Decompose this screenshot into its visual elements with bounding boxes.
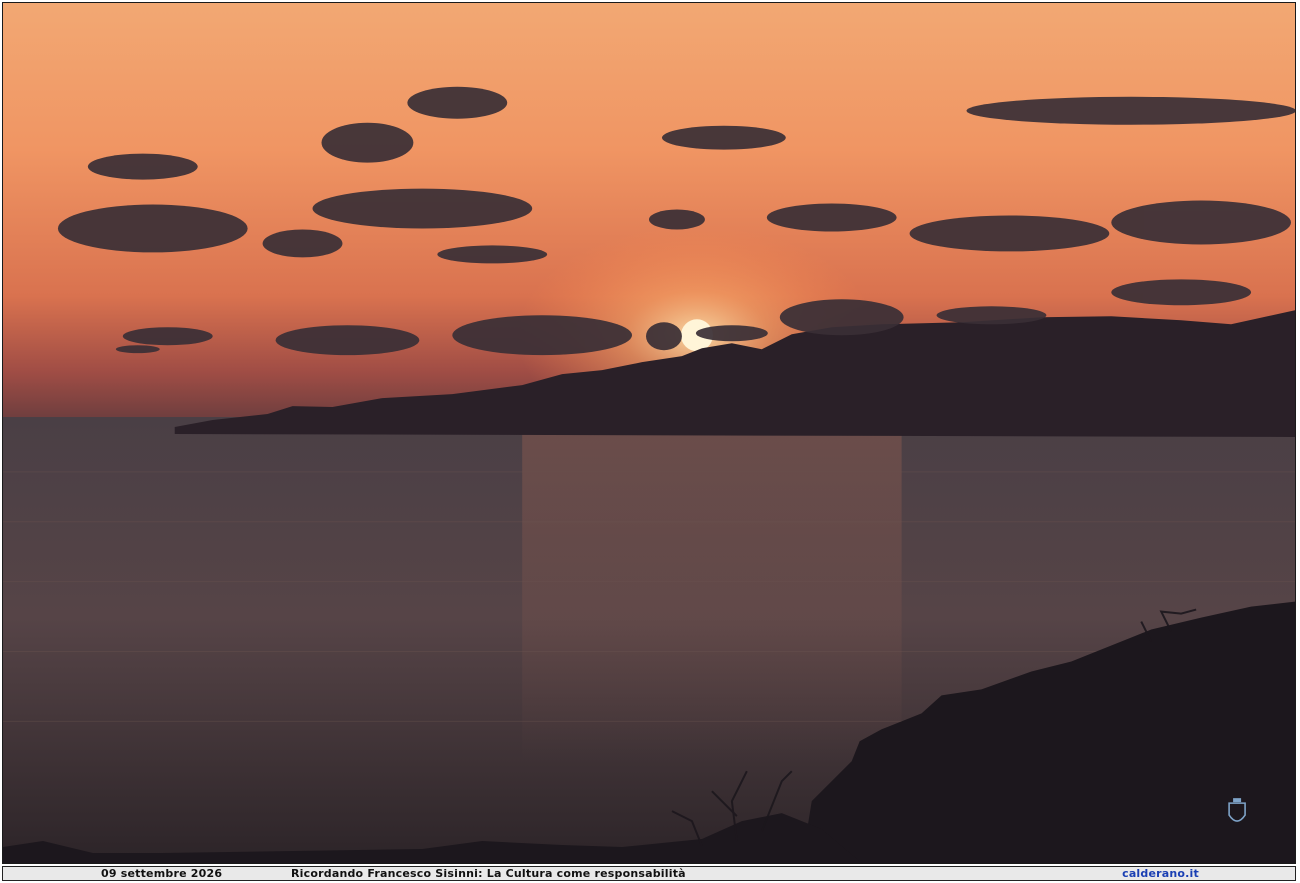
sea-reflection [522,432,902,762]
photo-frame [2,2,1296,864]
sunset-photo [3,3,1295,863]
photo-caption: Ricordando Francesco Sisinni: La Cultura… [291,867,686,880]
caption-bar: 09 settembre 2026 Ricordando Francesco S… [2,866,1296,881]
photo-date: 09 settembre 2026 [101,867,223,880]
site-link[interactable]: calderano.it [1122,867,1199,880]
